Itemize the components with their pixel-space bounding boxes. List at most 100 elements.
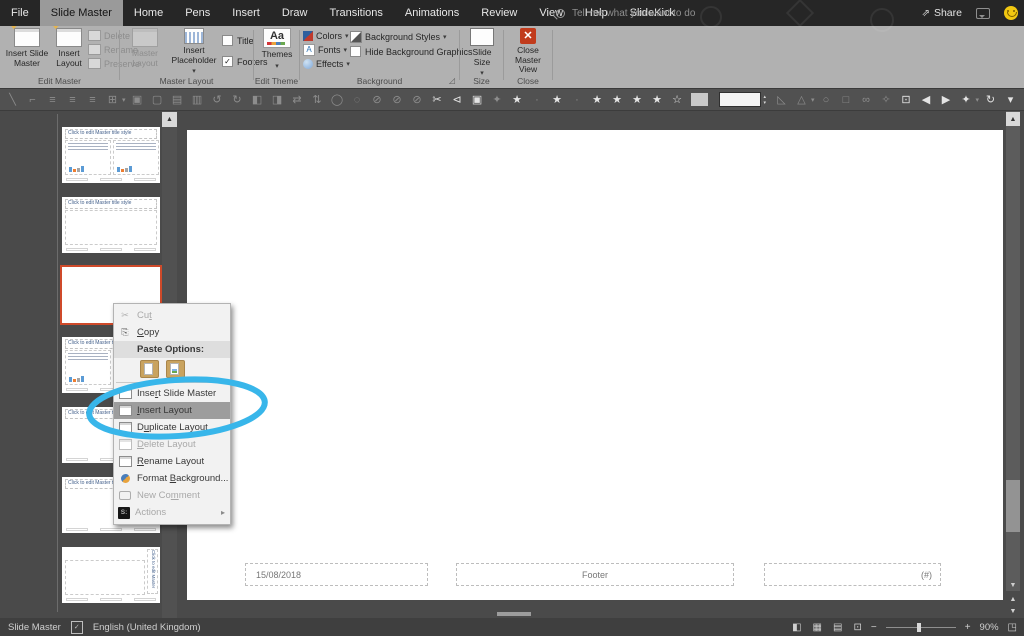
menu-item-actions[interactable]: S: Actions ▸: [114, 504, 230, 521]
align-left-icon[interactable]: ≡: [46, 94, 59, 106]
rectangle-icon[interactable]: □: [839, 94, 852, 106]
bring-to-front-icon[interactable]: ▤: [171, 93, 184, 106]
zoom-spinner[interactable]: ▴ ▾: [719, 92, 766, 107]
star-icon-6[interactable]: ★: [651, 93, 664, 106]
slide-sorter-icon[interactable]: ▦: [813, 622, 822, 633]
refresh-icon[interactable]: ↻: [984, 93, 997, 106]
zoom-slider[interactable]: [885, 622, 956, 632]
rotate-right-icon[interactable]: ↻: [231, 93, 244, 106]
paste-picture-button[interactable]: [166, 360, 185, 378]
placeholder-star-icon[interactable]: ✧: [879, 93, 892, 106]
crop-icon[interactable]: ✂: [431, 93, 444, 106]
paste-use-destination-theme-button[interactable]: [140, 360, 159, 378]
share-button[interactable]: ⇗ Share: [922, 7, 962, 19]
freeform-icon[interactable]: ◺: [775, 93, 788, 106]
menu-item-insert-layout[interactable]: Insert Layout: [114, 402, 230, 419]
pointer-icon[interactable]: ▶: [939, 93, 952, 106]
bring-forward-icon[interactable]: ▣: [131, 93, 144, 106]
tab-file[interactable]: File: [0, 0, 40, 26]
menu-item-cut[interactable]: ✂ Cut: [114, 307, 230, 324]
star-icon-1[interactable]: ★: [511, 93, 524, 106]
group-icon[interactable]: ◧: [251, 93, 264, 106]
slide-number-placeholder[interactable]: (#): [764, 563, 941, 586]
themes-button[interactable]: Themes ▾: [258, 28, 296, 78]
background-styles-button[interactable]: Background Styles ▾: [350, 31, 473, 43]
insert-layout-button[interactable]: Insert Layout: [52, 22, 86, 78]
flip-horizontal-icon[interactable]: ⇄: [291, 93, 304, 106]
normal-view-icon[interactable]: ◧: [792, 622, 801, 633]
hide-background-graphics-checkbox[interactable]: Hide Background Graphics: [350, 46, 473, 57]
dot-icon-1[interactable]: ·: [531, 94, 544, 106]
send-to-back-icon[interactable]: ▥: [191, 93, 204, 106]
more-icon[interactable]: ▾: [1004, 93, 1017, 106]
thumbnail-vertical-title-layout[interactable]: Click to edit Master title style: [62, 547, 160, 603]
previous-slide-button[interactable]: ▲: [1006, 594, 1020, 605]
circle-icon[interactable]: ○: [819, 94, 832, 106]
master-layout-button[interactable]: Master Layout: [124, 28, 166, 78]
align-center-icon[interactable]: ≡: [66, 94, 79, 106]
tab-pens[interactable]: Pens: [174, 0, 221, 26]
flip-vertical-icon[interactable]: ⇅: [311, 93, 324, 106]
star-outline-icon[interactable]: ☆: [671, 93, 684, 106]
effects-button[interactable]: Effects ▾: [303, 59, 350, 69]
spinner-value[interactable]: [719, 92, 762, 107]
line-icon[interactable]: ╲: [6, 93, 19, 106]
slide-canvas[interactable]: 15/08/2018 Footer (#): [187, 130, 1003, 600]
scroll-down-icon[interactable]: ▼: [1006, 582, 1020, 589]
callout-icon[interactable]: ⊲: [451, 93, 464, 106]
fit-to-window-icon[interactable]: ◳: [1008, 622, 1017, 633]
canvas-scrollbar[interactable]: ▲ ▼: [1006, 111, 1020, 591]
ink-icon[interactable]: ✦: [959, 93, 972, 106]
footers-checkbox-box[interactable]: [222, 56, 233, 67]
title-checkbox[interactable]: Title: [222, 35, 254, 46]
footer-placeholder[interactable]: Footer: [456, 563, 734, 586]
menu-item-insert-slide-master[interactable]: Insert Slide Master: [114, 385, 230, 402]
speaker-icon[interactable]: ◀: [919, 93, 932, 106]
zoom-slider-handle[interactable]: [917, 622, 922, 632]
insert-slide-master-button[interactable]: Insert Slide Master: [3, 22, 51, 78]
date-placeholder[interactable]: 15/08/2018: [245, 563, 428, 586]
insert-placeholder-button[interactable]: Insert Placeholder ▾: [168, 28, 220, 78]
rotate-left-icon[interactable]: ↺: [211, 93, 224, 106]
no-fill-icon[interactable]: ⊘: [371, 93, 384, 106]
screen-icon[interactable]: ⊡: [899, 93, 912, 106]
tell-me-search[interactable]: Tell me what you want to do: [556, 0, 695, 26]
star-icon-3[interactable]: ★: [591, 93, 604, 106]
select-objects-icon[interactable]: ▣: [471, 93, 484, 106]
star-icon-2[interactable]: ★: [551, 93, 564, 106]
align-right-icon[interactable]: ≡: [86, 94, 99, 106]
oval-icon[interactable]: ◯: [331, 93, 344, 106]
scroll-up-icon[interactable]: ▲: [1006, 112, 1020, 126]
star-icon-5[interactable]: ★: [631, 93, 644, 106]
title-checkbox-box[interactable]: [222, 35, 233, 46]
colors-button[interactable]: Colors ▾: [303, 31, 350, 41]
dropdown-caret-icon[interactable]: ▾: [975, 96, 979, 104]
menu-item-format-background[interactable]: Format Background...: [114, 470, 230, 487]
tab-slide-master[interactable]: Slide Master: [39, 0, 123, 26]
shapes-icon[interactable]: △: [795, 93, 808, 106]
tab-draw[interactable]: Draw: [271, 0, 319, 26]
spell-check-icon[interactable]: ✓: [70, 620, 83, 634]
fonts-button[interactable]: Fonts▾: [303, 44, 350, 56]
scrollbar-thumb[interactable]: [1006, 480, 1020, 532]
menu-item-rename-layout[interactable]: Rename Layout: [114, 453, 230, 470]
feedback-smiley-icon[interactable]: [1004, 6, 1018, 20]
spinner-arrows-icon[interactable]: ▴ ▾: [763, 94, 766, 106]
menu-item-duplicate-layout[interactable]: Duplicate Layout: [114, 419, 230, 436]
menu-item-new-comment[interactable]: New Comment: [114, 487, 230, 504]
dropdown-caret-icon[interactable]: ▾: [122, 96, 126, 104]
zoom-out-button[interactable]: −: [871, 622, 877, 633]
scroll-up-icon[interactable]: ▲: [162, 112, 177, 127]
hide-background-graphics-box[interactable]: [350, 46, 361, 57]
tab-animations[interactable]: Animations: [394, 0, 470, 26]
no-effects-icon[interactable]: ⊘: [411, 93, 424, 106]
slideshow-icon[interactable]: ⊡: [853, 622, 861, 633]
comments-icon[interactable]: [976, 7, 990, 19]
reading-view-icon[interactable]: ▤: [833, 622, 842, 633]
tab-insert[interactable]: Insert: [221, 0, 271, 26]
thumbnail-title-content-layout[interactable]: Click to edit Master title style: [62, 197, 160, 253]
star-icon-4[interactable]: ★: [611, 93, 624, 106]
elbow-connector-icon[interactable]: ⌐: [26, 94, 39, 106]
dot-icon-2[interactable]: ·: [571, 94, 584, 106]
menu-item-delete-layout[interactable]: Delete Layout: [114, 436, 230, 453]
